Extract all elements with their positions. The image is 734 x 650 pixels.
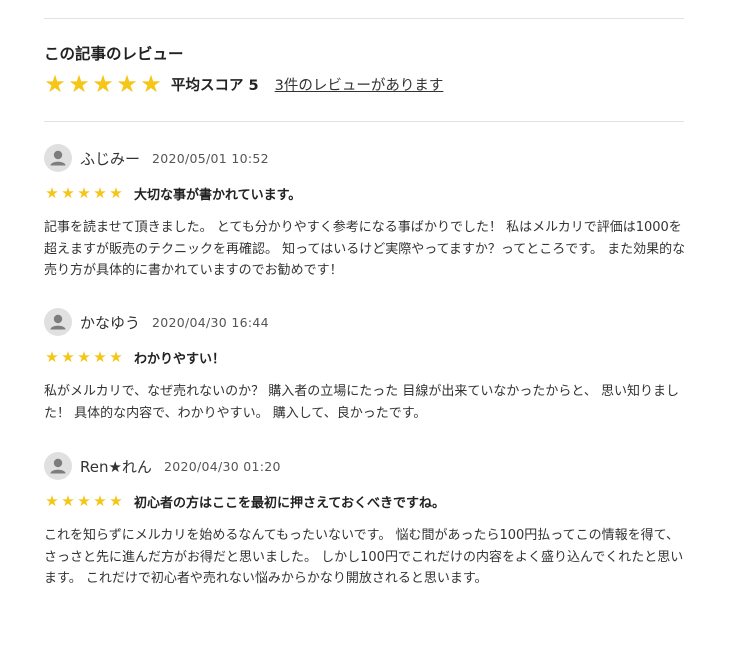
review-item: ふじみー 2020/05/01 10:52 ★ ★ ★ ★ ★ 大切な事が書かれ…: [44, 144, 690, 282]
star-icon: ★: [93, 348, 107, 366]
star-icon: ★: [77, 492, 91, 510]
section-title: この記事のレビュー: [44, 45, 184, 63]
review-title: 大切な事が書かれています。: [134, 187, 302, 203]
avatar: [44, 144, 72, 172]
star-icon: ★: [92, 70, 114, 98]
star-icon: ★: [45, 184, 59, 202]
star-icon: ★: [61, 348, 75, 366]
review-body: これを知らずにメルカリを始めるなんてもったいないです。 悩む間があったら100円…: [44, 528, 684, 586]
star-icon: ★: [116, 70, 138, 98]
review-section: この記事のレビュー ★ ★ ★ ★ ★ 平均スコア 5 3件のレビューがあります…: [0, 0, 734, 650]
review-item: Ren★れん 2020/04/30 01:20 ★ ★ ★ ★ ★ 初心者の方は…: [44, 452, 690, 590]
review-date: 2020/04/30 16:44: [152, 314, 269, 330]
reviewer-name: ふじみー: [80, 149, 141, 168]
review-title: わかりやすい！: [134, 351, 226, 367]
star-icon: ★: [45, 492, 59, 510]
avatar: [44, 452, 72, 480]
star-icon: ★: [109, 184, 123, 202]
star-icon: ★: [109, 492, 123, 510]
star-icon: ★: [45, 348, 59, 366]
review-date: 2020/04/30 01:20: [163, 458, 281, 474]
user-icon: [50, 150, 66, 166]
review-body: 私がメルカリで、なぜ売れないのか？ 購入者の立場にたった 目線が出来ていなかった…: [44, 384, 679, 421]
star-icon: ★: [61, 184, 75, 202]
star-icon: ★: [44, 70, 66, 98]
rating-summary: ★ ★ ★ ★ ★ 平均スコア 5 3件のレビューがあります: [43, 71, 443, 97]
divider-top: [44, 18, 684, 19]
review-star-rating: ★ ★ ★ ★ ★: [44, 492, 124, 510]
user-icon: [50, 458, 66, 474]
avatar: [44, 308, 72, 336]
star-icon: ★: [93, 492, 107, 510]
reviewer-name: Ren★れん: [80, 457, 152, 476]
star-icon: ★: [77, 348, 91, 366]
user-icon: [50, 314, 66, 330]
average-score: 平均スコア 5: [171, 77, 259, 94]
review-title: 初心者の方はここを最初に押さえておくべきですね。: [134, 495, 445, 511]
star-icon: ★: [61, 492, 75, 510]
star-icon: ★: [68, 70, 90, 98]
review-count-link[interactable]: 3件のレビューがあります: [275, 74, 444, 95]
star-icon: ★: [140, 70, 162, 98]
review-item: かなゆう 2020/04/30 16:44 ★ ★ ★ ★ ★ わかりやすい！ …: [44, 308, 690, 424]
star-icon: ★: [93, 184, 107, 202]
average-star-rating: ★ ★ ★ ★ ★: [43, 71, 163, 97]
review-date: 2020/05/01 10:52: [152, 150, 269, 166]
star-icon: ★: [109, 348, 123, 366]
review-body: 記事を読ませて頂きました。 とても分かりやすく参考になる事ばかりでした！ 私はメ…: [44, 220, 686, 278]
reviewer-name: かなゆう: [80, 313, 141, 332]
divider-summary: [44, 121, 684, 122]
star-icon: ★: [77, 184, 91, 202]
review-star-rating: ★ ★ ★ ★ ★: [44, 184, 124, 202]
review-star-rating: ★ ★ ★ ★ ★: [44, 348, 124, 366]
